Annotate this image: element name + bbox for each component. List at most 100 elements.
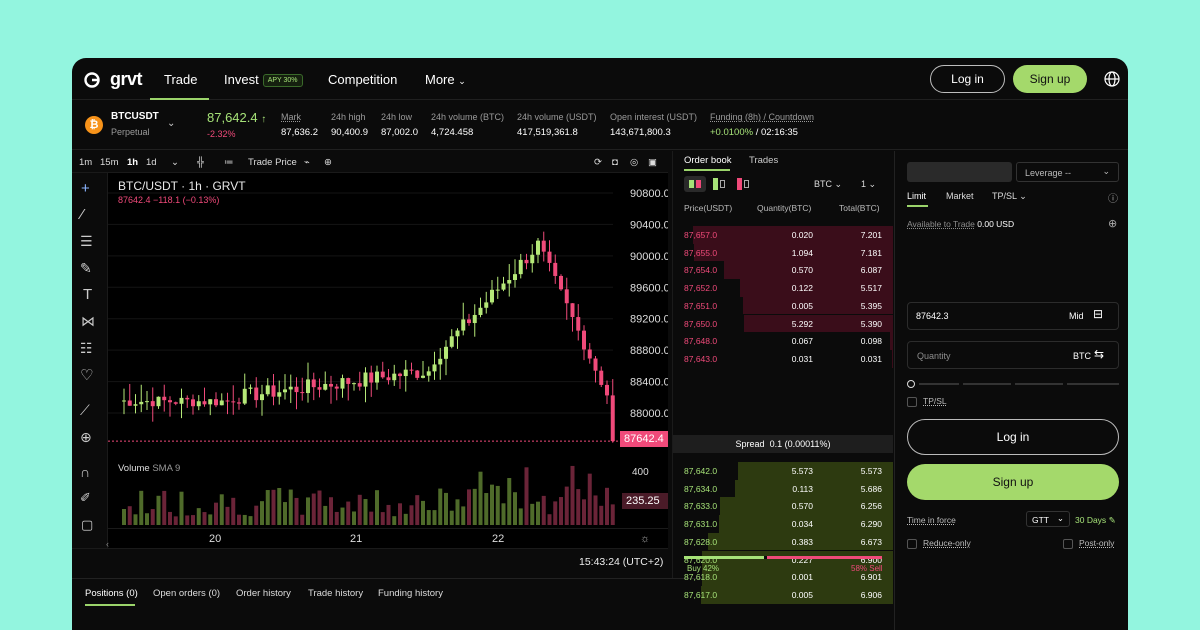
tif-days[interactable]: 30 Days ✎ (1075, 515, 1116, 526)
chevron-left-icon[interactable]: ‹ (106, 539, 109, 549)
volume-bar (277, 487, 282, 525)
info-icon[interactable]: ⓘ (1108, 190, 1118, 205)
pencil-lock-icon[interactable]: ✐ (80, 490, 91, 506)
quantity-input[interactable]: Quantity BTC ⇆ (907, 341, 1119, 369)
sun-icon[interactable]: ☼ (640, 533, 650, 545)
fullscreen-icon[interactable]: ▣ (648, 157, 657, 168)
unit-select[interactable]: BTC ⌄ (814, 179, 842, 190)
volume-bar (334, 511, 339, 525)
candlestick-icon[interactable]: ╬ (197, 157, 204, 168)
quantity-slider[interactable] (907, 378, 1119, 388)
measure-lines-icon[interactable]: ☷ (80, 340, 93, 357)
nav-more[interactable]: More ⌄ (425, 72, 466, 87)
ask-row[interactable]: 87,650.0 5.292 5.390 (673, 314, 893, 333)
ask-row[interactable]: 87,648.0 0.067 0.098 (673, 332, 893, 350)
tif-select[interactable]: GTT ⌄ (1026, 511, 1070, 527)
candle-body (179, 397, 184, 404)
nav-trade[interactable]: Trade (164, 72, 197, 87)
bid-row[interactable]: 87,633.0 0.570 6.256 (673, 497, 893, 516)
post-only-checkbox[interactable]: Post-only (1063, 538, 1114, 549)
pattern-icon[interactable]: ⋈ (81, 313, 95, 330)
add-funds-icon[interactable]: ⊕ (1108, 217, 1117, 230)
reduce-only-checkbox[interactable]: Reduce-only (907, 538, 971, 549)
view-both-icon[interactable] (684, 176, 706, 192)
chevron-down-icon: ⌄ (1102, 166, 1110, 176)
ask-row[interactable]: 87,655.0 1.094 7.181 (673, 243, 893, 262)
price-chart[interactable]: 90800.0 90400.0 90000.0 89600.0 89200.0 88800… (108, 173, 668, 548)
bitcoin-icon: ₿ (85, 116, 103, 134)
interval-1h[interactable]: 1h (127, 157, 138, 168)
tab-order-history[interactable]: Order history (236, 588, 291, 599)
bid-row[interactable]: 87,617.0 0.005 6.906 (673, 585, 893, 604)
volume-bar (317, 490, 322, 525)
interval-15m[interactable]: 15m (100, 157, 118, 168)
bid-row[interactable]: 87,642.0 5.573 5.573 (673, 462, 893, 480)
brush-icon[interactable]: ✎ (80, 260, 92, 277)
tab-trades[interactable]: Trades (749, 155, 778, 166)
camera-icon[interactable]: ◘ (612, 157, 618, 168)
ruler-icon[interactable]: ⟋ (80, 402, 90, 419)
bid-row[interactable]: 87,628.0 0.383 6.673 (673, 532, 893, 551)
candle-body (478, 307, 483, 315)
horizontal-lines-icon[interactable]: ☰ (80, 233, 93, 250)
swap-icon[interactable]: ⇆ (1094, 347, 1104, 361)
volume-bar (357, 494, 362, 525)
tab-positions[interactable]: Positions (0) (85, 588, 138, 599)
ask-row[interactable]: 87,652.0 0.122 5.517 (673, 279, 893, 297)
indicator-icon[interactable]: ≔ (224, 157, 234, 168)
login-button[interactable]: Log in (930, 65, 1005, 93)
candle-body (352, 383, 356, 385)
bid-row[interactable]: 87,634.0 0.113 5.686 (673, 479, 893, 498)
signup-button[interactable]: Sign up (1013, 65, 1087, 93)
heart-icon[interactable]: ♡ (80, 366, 93, 384)
add-icon[interactable]: ⊕ (324, 157, 332, 168)
trend-line-icon[interactable]: ⁄ (81, 206, 84, 223)
grouping-select[interactable]: 1 ⌄ (861, 179, 876, 190)
form-login-button[interactable]: Log in (907, 419, 1119, 455)
ob-total: 5.686 (860, 483, 882, 494)
leverage-select[interactable]: Leverage -- ⌄ (1016, 162, 1119, 182)
zoom-in-icon[interactable]: ⊕ (80, 429, 92, 446)
text-tool-icon[interactable]: T (83, 286, 92, 303)
nav-competition[interactable]: Competition (328, 72, 397, 87)
magnet-icon[interactable]: ∩ (80, 464, 90, 480)
mid-button[interactable]: Mid (1069, 311, 1084, 321)
ask-row[interactable]: 87,657.0 0.020 7.201 (673, 226, 893, 244)
line-chart-icon[interactable]: ⌁ (304, 157, 310, 168)
order-type-market[interactable]: Market (946, 191, 974, 201)
volume-bar (444, 492, 448, 525)
candle-body (386, 377, 391, 381)
tab-order-book[interactable]: Order book (684, 155, 732, 166)
chevron-down-icon[interactable]: ⌄ (167, 118, 175, 129)
settings-icon[interactable]: ◎ (630, 157, 638, 168)
stat-label: 24h low (381, 112, 413, 122)
interval-1d[interactable]: 1d (146, 157, 157, 168)
order-type-tpsl[interactable]: TP/SL ⌄ (992, 191, 1027, 202)
margin-mode-select[interactable] (907, 162, 1012, 182)
tab-open-orders[interactable]: Open orders (0) (153, 588, 220, 599)
mid-price-icon[interactable]: ⊟ (1093, 307, 1103, 321)
view-bids-icon[interactable] (713, 178, 725, 190)
chevron-down-icon[interactable]: ⌄ (171, 157, 179, 168)
globe-icon[interactable] (1104, 71, 1120, 87)
nav-invest[interactable]: Invest APY 30% (224, 72, 303, 87)
interval-1m[interactable]: 1m (79, 157, 92, 168)
refresh-icon[interactable]: ⟳ (594, 157, 602, 168)
view-asks-icon[interactable] (737, 178, 749, 190)
order-type-limit[interactable]: Limit (907, 191, 926, 201)
ob-total: 5.573 (860, 466, 882, 476)
bid-row[interactable]: 87,631.0 0.034 6.290 (673, 515, 893, 533)
trade-price-toggle[interactable]: Trade Price (248, 157, 297, 168)
ask-row[interactable]: 87,643.0 0.031 0.031 (673, 349, 893, 368)
ask-row[interactable]: 87,654.0 0.570 6.087 (673, 261, 893, 280)
tpsl-checkbox[interactable]: TP/SL (907, 396, 947, 407)
tab-funding-history[interactable]: Funding history (378, 588, 443, 599)
lock-icon[interactable]: ▢ (81, 517, 93, 533)
tab-trade-history[interactable]: Trade history (308, 588, 363, 599)
logo[interactable]: grvt (84, 69, 143, 90)
form-signup-button[interactable]: Sign up (907, 464, 1119, 500)
volume-bar (461, 506, 466, 525)
ask-row[interactable]: 87,651.0 0.005 5.395 (673, 296, 893, 315)
market-symbol[interactable]: BTCUSDT (111, 111, 159, 122)
crosshair-icon[interactable]: + (81, 180, 90, 197)
